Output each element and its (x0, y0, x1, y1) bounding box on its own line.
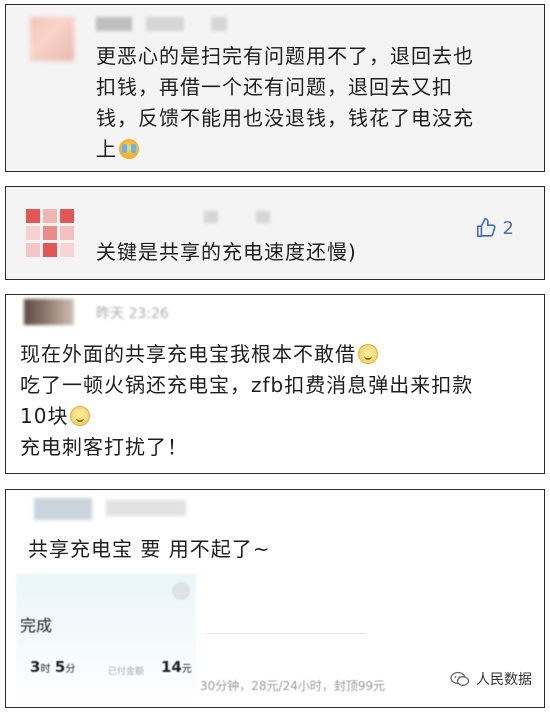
thumbs-up-icon (476, 218, 496, 238)
comment-text: 共享充电宝 要 用不起了~ (28, 537, 271, 561)
paid-label: 已付金额 (108, 667, 145, 677)
comment-line-last: 上 (96, 134, 474, 165)
comment-line: 充电刺客打扰了！ (20, 435, 188, 459)
avatar[interactable] (24, 299, 74, 325)
like-count: 2 (502, 217, 514, 239)
paid-amount: 14元 (161, 658, 192, 676)
watermark-label: 人民数据 (476, 672, 532, 688)
avatar[interactable] (30, 17, 74, 61)
timestamp: 昨天 23:26 (96, 306, 169, 322)
order-screenshot[interactable]: 完成 3时 5分 已付金额 14元 (16, 574, 196, 702)
username-blur (204, 211, 218, 223)
order-duration: 3时 5分 (30, 658, 76, 676)
comment-card-4: 共享充电宝 要 用不起了~ 完成 3时 5分 已付金额 14元 30分钟，28元… (5, 489, 545, 708)
smiling-emoji (70, 406, 91, 426)
divider (206, 633, 366, 634)
comment-line: 现在外面的共享充电宝我根本不敢借 (20, 339, 473, 370)
share-icon (172, 582, 190, 600)
pricing-text: 30分钟，28元/24小时，封顶99元 (200, 679, 386, 693)
wechat-icon (450, 671, 470, 686)
order-status: 完成 (20, 616, 53, 635)
username-blur (146, 17, 184, 31)
comment-text: 更恶心的是扫完有问题用不了，退回去也 扣钱，再借一个还有问题，退回去又扣 钱，反… (96, 41, 474, 165)
username-blur (96, 17, 132, 31)
comment-line: 扣钱，再借一个还有问题，退回去又扣 (96, 75, 453, 99)
comment-line: 吃了一顿火锅还充电宝，zfb扣费消息弹出来扣款 (20, 373, 474, 397)
comment-text: 关键是共享的充电速度还慢) (96, 240, 357, 264)
comment-text: 现在外面的共享充电宝我根本不敢借 吃了一顿火锅还充电宝，zfb扣费消息弹出来扣款… (20, 339, 473, 463)
comment-line: 10块 (20, 401, 473, 432)
like-button[interactable]: 2 (475, 217, 514, 239)
username-blur (106, 500, 186, 516)
avatar-blur (34, 498, 92, 520)
watermark: 人民数据 (450, 669, 532, 689)
username-blur (256, 211, 270, 223)
comment-card-2: 关键是共享的充电速度还慢) 2 (5, 186, 545, 280)
loudly-crying-emoji (119, 139, 139, 159)
comment-card-3: 昨天 23:26 现在外面的共享充电宝我根本不敢借 吃了一顿火锅还充电宝，zfb… (5, 294, 545, 474)
comment-line: 钱，反馈不能用也没退钱，钱花了电没充 (96, 106, 474, 130)
comment-line: 更恶心的是扫完有问题用不了，退回去也 (96, 44, 474, 68)
avatar[interactable] (26, 209, 74, 257)
username-blur (211, 17, 227, 31)
smiling-emoji (358, 344, 378, 364)
comment-card-1: 更恶心的是扫完有问题用不了，退回去也 扣钱，再借一个还有问题，退回去又扣 钱，反… (5, 4, 545, 172)
